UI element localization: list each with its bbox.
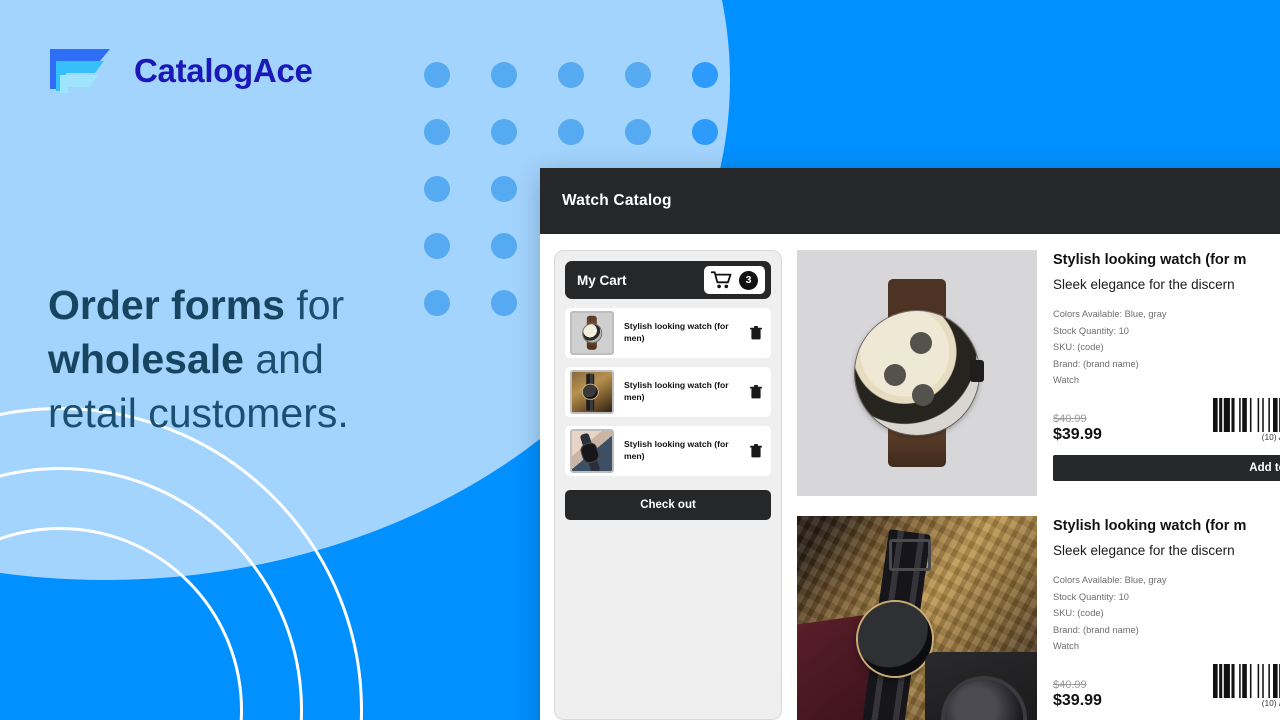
product-meta-line: Stock Quantity: 10 [1053, 591, 1129, 602]
shopping-cart-icon [711, 271, 732, 289]
product-price-row: $40.99$39.99 (10) A [1053, 663, 1280, 710]
cart-item-thumbnail [570, 370, 614, 414]
add-to-cart-button[interactable]: Add to cart [1053, 454, 1280, 481]
product-old-price: $40.99 [1053, 412, 1087, 425]
poster-canvas: CatalogAce Order forms for wholesale and… [0, 0, 1280, 720]
product-subtitle: Sleek elegance for the discern [1053, 543, 1235, 558]
cart-item[interactable]: Stylish looking watch (for men) [565, 308, 771, 358]
decorative-dot [558, 62, 584, 88]
app-title: Watch Catalog [562, 192, 672, 209]
cart-panel: My Cart 3 Stylish looking watch (for men… [554, 250, 782, 720]
decorative-dot [424, 119, 450, 145]
product-meta-line: Stock Quantity: 10 [1053, 325, 1129, 336]
product-barcode-caption: (10) A [1261, 432, 1280, 442]
product-meta-line: Colors Available: Blue, gray [1053, 575, 1167, 585]
product-meta-line: Brand: (brand name) [1053, 624, 1139, 635]
cart-item-list: Stylish looking watch (for men) Stylish l… [565, 308, 771, 476]
decorative-dot [625, 62, 651, 88]
cart-item[interactable]: Stylish looking watch (for men) [565, 426, 771, 476]
product-old-price: $40.99 [1053, 678, 1087, 691]
product-row: Stylish looking watch (for m Sleek elegan… [797, 250, 1280, 496]
hero-line-1-bold: Order forms [48, 282, 285, 328]
decorative-dot [558, 119, 584, 145]
trash-icon[interactable] [750, 444, 762, 458]
product-info: Stylish looking watch (for m Sleek elegan… [1053, 250, 1280, 496]
hero-line-2: wholesale and [48, 332, 468, 386]
product-barcode-caption: (10) A [1261, 698, 1280, 708]
brand-lockup: CatalogAce [48, 45, 313, 97]
product-meta: Colors Available: Blue, gray Stock Quanti… [1053, 306, 1280, 389]
hero-line-2-rest: and [243, 336, 324, 383]
trash-icon[interactable] [750, 326, 762, 340]
product-meta: Colors Available: Blue, gray Stock Quanti… [1053, 572, 1280, 655]
product-barcode: (10) A [1213, 397, 1280, 444]
decorative-dot [491, 290, 517, 316]
checkout-button[interactable]: Check out [565, 490, 771, 520]
decorative-dot [692, 62, 718, 88]
cart-item-thumbnail [570, 311, 614, 355]
cart-title: My Cart [577, 272, 627, 288]
decorative-dot [424, 176, 450, 202]
app-body: My Cart 3 Stylish looking watch (for men… [540, 234, 1280, 720]
hero-line-3: retail customers. [48, 390, 349, 437]
product-title: Stylish looking watch (for m [1053, 518, 1247, 534]
cart-item-name: Stylish looking watch (for men) [624, 321, 729, 343]
product-price: $39.99 [1053, 691, 1102, 709]
cart-item-name: Stylish looking watch (for men) [624, 380, 729, 402]
product-prices: $40.99 $39.99 [1053, 413, 1102, 444]
app-topbar: Watch Catalog [540, 168, 1280, 234]
product-subtitle: Sleek elegance for the discern [1053, 277, 1235, 292]
cart-item-name: Stylish looking watch (for men) [624, 439, 729, 461]
decorative-dot [491, 119, 517, 145]
hero-line-1: Order forms for [48, 278, 468, 332]
product-prices: $40.99 $39.99 [1053, 679, 1102, 710]
hero-headline: Order forms for wholesale and retail cus… [48, 278, 468, 440]
hero-line-1-rest: for [284, 282, 345, 328]
chevron-stack-logo-icon [50, 49, 110, 93]
product-meta-line: SKU: (code) [1053, 608, 1104, 619]
cart-item[interactable]: Stylish looking watch (for men) [565, 367, 771, 417]
product-info: Stylish looking watch (for m Sleek elegan… [1053, 516, 1280, 720]
decorative-dot [692, 119, 718, 145]
product-meta-line: Brand: (brand name) [1053, 358, 1139, 369]
product-image[interactable] [797, 516, 1037, 720]
cart-item-thumbnail [570, 429, 614, 473]
product-meta-line: Colors Available: Blue, gray [1053, 309, 1167, 319]
product-image[interactable] [797, 250, 1037, 496]
decorative-dot [424, 233, 450, 259]
cart-summary-pill[interactable]: 3 [704, 266, 765, 294]
product-list: Stylish looking watch (for m Sleek elegan… [797, 250, 1280, 720]
decorative-dot [424, 62, 450, 88]
brand-name: CatalogAce [134, 52, 313, 89]
product-barcode: (10) A [1213, 663, 1280, 710]
decorative-dot [491, 62, 517, 88]
cart-header: My Cart 3 [565, 261, 771, 299]
decorative-dot [491, 233, 517, 259]
product-title: Stylish looking watch (for m [1053, 252, 1247, 268]
product-price: $39.99 [1053, 425, 1102, 443]
trash-icon[interactable] [750, 385, 762, 399]
product-meta-line: Watch [1053, 375, 1080, 386]
decorative-concentric-rings [0, 400, 370, 720]
product-price-row: $40.99$39.99 (10) A [1053, 397, 1280, 444]
product-meta-line: SKU: (code) [1053, 342, 1104, 353]
product-meta-line: Watch [1053, 641, 1080, 652]
app-window: Watch Catalog My Cart 3 Stylish looking … [540, 168, 1280, 720]
decorative-dot [625, 119, 651, 145]
hero-line-2-bold: wholesale [48, 336, 244, 383]
cart-count-badge: 3 [739, 270, 758, 290]
product-row: Stylish looking watch (for m Sleek elegan… [797, 516, 1280, 720]
decorative-dot [491, 176, 517, 202]
